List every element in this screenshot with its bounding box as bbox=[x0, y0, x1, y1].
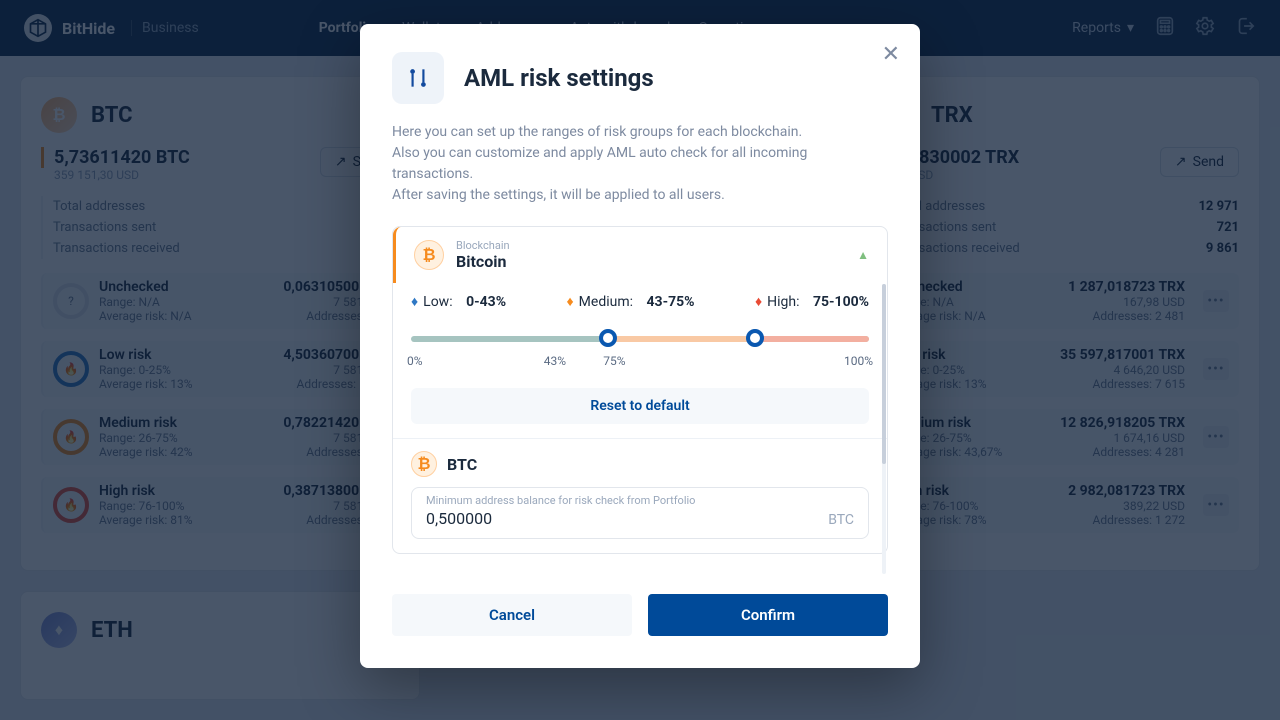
slider-handle-2[interactable] bbox=[746, 329, 764, 347]
cancel-button[interactable]: Cancel bbox=[392, 594, 632, 636]
reset-button[interactable]: Reset to default bbox=[411, 388, 869, 424]
min-balance-field[interactable]: Minimum address balance for risk check f… bbox=[411, 487, 869, 539]
collapse-icon[interactable]: ▲ bbox=[857, 248, 869, 262]
bitcoin-icon: ₿ bbox=[411, 451, 437, 477]
confirm-button[interactable]: Confirm bbox=[648, 594, 888, 636]
subcoin-header: ₿ BTC bbox=[393, 438, 887, 481]
drop-icon: ♦ bbox=[755, 293, 762, 310]
field-hint: Minimum address balance for risk check f… bbox=[426, 494, 854, 507]
slider-track-medium bbox=[608, 336, 755, 342]
close-button[interactable]: ✕ bbox=[882, 44, 900, 66]
field-unit: BTC bbox=[828, 512, 854, 528]
field-value: 0,500000 bbox=[426, 509, 854, 528]
blockchain-panel: ₿ Blockchain Bitcoin ▲ ♦Low: 0-43% ♦Medi… bbox=[392, 226, 888, 554]
scrollbar-thumb[interactable] bbox=[882, 284, 886, 464]
modal-title: AML risk settings bbox=[464, 64, 654, 92]
drop-icon: ♦ bbox=[567, 293, 574, 310]
modal-footer: Cancel Confirm bbox=[360, 574, 920, 636]
blockchain-label: Blockchain bbox=[456, 239, 510, 252]
modal-scrollbar[interactable] bbox=[882, 284, 886, 574]
drop-icon: ♦ bbox=[411, 293, 418, 310]
sliders-icon bbox=[392, 52, 444, 104]
slider-track-high bbox=[755, 336, 870, 342]
modal-description: Here you can set up the ranges of risk g… bbox=[360, 122, 920, 206]
aml-risk-settings-modal: ✕ AML risk settings Here you can set up … bbox=[360, 24, 920, 668]
blockchain-name: Bitcoin bbox=[456, 252, 510, 271]
bitcoin-icon: ₿ bbox=[414, 240, 444, 270]
range-slider[interactable] bbox=[411, 330, 869, 346]
range-labels: ♦Low: 0-43% ♦Medium: 43-75% ♦High: 75-10… bbox=[393, 283, 887, 310]
slider-handle-1[interactable] bbox=[599, 329, 617, 347]
blockchain-select[interactable]: ₿ Blockchain Bitcoin ▲ bbox=[393, 227, 887, 283]
slider-ticks: 0% 43% 75% 100% bbox=[393, 354, 887, 378]
